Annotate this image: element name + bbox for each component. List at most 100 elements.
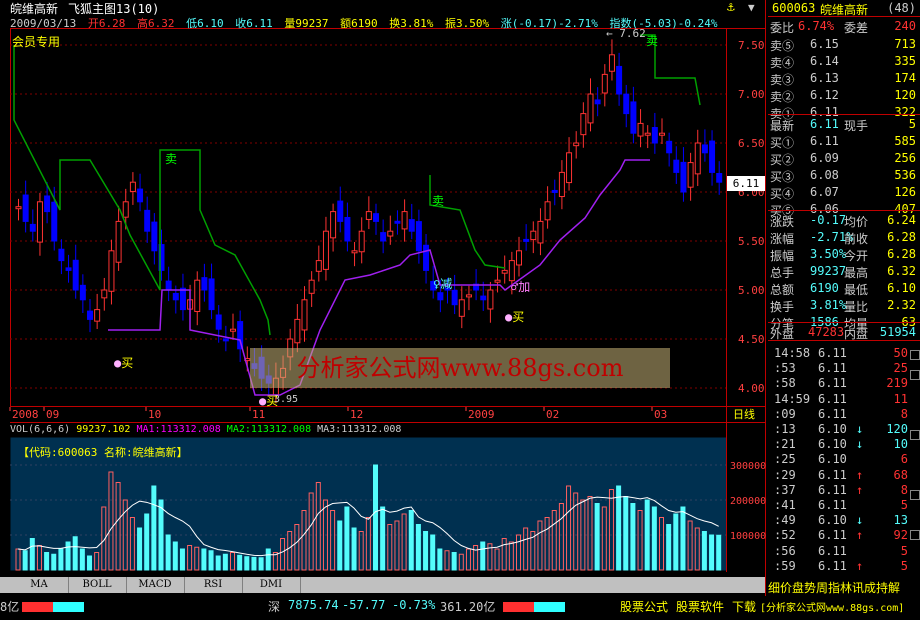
tick-price: 6.10: [818, 422, 847, 436]
candle-body: [129, 181, 136, 192]
volume-bar: [430, 534, 436, 571]
quote-low: 低6.10: [186, 17, 224, 30]
tick-arrow: ↑: [856, 482, 864, 497]
ad-link-download[interactable]: 下载: [732, 598, 756, 615]
tick-scroll-box[interactable]: [910, 530, 920, 540]
tab-ma[interactable]: MA: [10, 577, 69, 593]
stat-value: 99237: [810, 264, 847, 278]
tick-vol: 92: [893, 528, 908, 543]
ad-link-site[interactable]: [分析家公式网www.88gs.com]: [760, 599, 904, 614]
candle-body: [380, 232, 387, 242]
status-pct: -0.73%: [392, 598, 436, 612]
tick-scroll-box[interactable]: [910, 350, 920, 360]
buy-signal-1: ●买: [114, 356, 134, 370]
candle-body: [308, 279, 315, 294]
vol-tick-label: 300000: [730, 461, 766, 472]
volume-bar: [251, 556, 257, 571]
tick-arrow: ↑: [856, 467, 864, 482]
bid-price: 6.08: [810, 168, 839, 182]
candle-body: [630, 101, 637, 134]
sell-signal-3: 卖: [646, 34, 659, 48]
candle-body: [51, 201, 58, 242]
tick-price: 6.11: [818, 406, 847, 421]
tick-time: :29: [774, 467, 796, 482]
quote-high: 高6.32: [136, 17, 175, 30]
candle-body: [423, 244, 430, 271]
tick-price: 6.11: [818, 346, 847, 360]
stat-value: 6190: [810, 281, 839, 295]
tick-time: :13: [774, 422, 796, 436]
side-header: 600063 皖维高新 (48): [768, 0, 920, 17]
tick-time: :59: [774, 558, 796, 573]
tick-vol: 10: [893, 437, 908, 452]
volume-bar: [87, 555, 92, 571]
volume-bar: [701, 531, 707, 571]
bid-label: 买④: [770, 187, 795, 201]
bid-row: 买④ 6.07 126: [768, 184, 920, 201]
tick-price: 6.11: [818, 376, 847, 391]
stat-label: 最高: [844, 266, 869, 280]
tab-rsi[interactable]: RSI: [184, 577, 243, 593]
candle-body: [437, 292, 444, 301]
time-tick-label: 02: [546, 408, 559, 421]
price-tick-label: 4.50: [738, 333, 765, 346]
tick-scroll-box[interactable]: [910, 430, 920, 440]
tab-macd[interactable]: MACD: [126, 577, 185, 593]
stat-label: 涨跌: [770, 215, 795, 229]
tick-price: 6.10: [818, 437, 847, 452]
bid-row: 买① 6.11 585: [768, 133, 920, 150]
latest-label: 最新: [770, 119, 795, 133]
volume-bar: [594, 503, 600, 571]
tick-vol: 25: [893, 361, 908, 376]
volume-bar: [265, 548, 271, 571]
bid-vol: 256: [894, 151, 916, 165]
chart-title-bar: 皖维高新 飞狐主图13(10): [0, 0, 765, 16]
tick-row: :59 6.11 ↑ 5: [768, 558, 920, 574]
tick-scroll-box[interactable]: [910, 490, 920, 500]
price-tick-label: 6.50: [738, 137, 765, 150]
tick-arrow: ↑: [856, 558, 864, 573]
tick-arrow: ↓: [856, 437, 864, 452]
tick-time: :41: [774, 498, 796, 512]
side-divider: [768, 340, 920, 341]
tab-boll[interactable]: BOLL: [68, 577, 127, 593]
price-tick-label: 4.00: [738, 382, 765, 395]
ask-price: 6.15: [810, 37, 839, 51]
volume-bar: [709, 534, 715, 571]
ask-vol: 713: [894, 37, 916, 51]
candle-body: [337, 200, 344, 222]
ad-link-software[interactable]: 股票软件: [676, 598, 724, 615]
candle-body: [65, 267, 72, 271]
tab-dmi[interactable]: DMI: [242, 577, 301, 593]
scroll-down-icon[interactable]: ▼: [748, 1, 755, 14]
tick-row: :41 6.11 5: [768, 497, 920, 513]
volume-bar: [22, 550, 28, 571]
candle-body: [587, 93, 594, 124]
price-tick-label: 7.00: [738, 88, 765, 101]
ad-link-formula[interactable]: 股票公式: [620, 598, 668, 615]
candle-body: [594, 99, 601, 105]
stat-row: 涨跌 -0.17 均价 6.24: [768, 212, 920, 229]
member-label: 会员专用: [12, 35, 61, 49]
ask-row: 卖③ 6.13 174: [768, 70, 920, 87]
vol-indicator-header: VOL(6,6,6) 99237.102 MA1:113312.008 MA2:…: [10, 424, 401, 435]
reduce-signal: ♀减: [433, 277, 453, 291]
tick-row: :52 6.11 ↑ 92: [768, 527, 920, 543]
volume-bar: [630, 503, 636, 571]
volume-bar: [408, 510, 414, 571]
quote-change: 涨(-0.17)-2.71%: [500, 17, 598, 30]
volume-bar: [673, 513, 679, 571]
status-left-fragment: 8亿: [0, 600, 20, 614]
stat-label: 最低: [844, 283, 869, 297]
volume-bar: [58, 548, 64, 571]
candle-body: [487, 289, 494, 310]
candle-body: [623, 93, 630, 115]
ask-price: 6.13: [810, 71, 839, 85]
candle-body: [458, 299, 465, 317]
stat-value: 6.24: [887, 213, 916, 227]
tick-scroll-box[interactable]: [910, 370, 920, 380]
candle-body: [215, 314, 222, 330]
bid-label: 买②: [770, 153, 795, 167]
latest-row: 最新 6.11 现手 5: [768, 116, 920, 133]
anchor-icon[interactable]: ⚓: [727, 0, 735, 15]
